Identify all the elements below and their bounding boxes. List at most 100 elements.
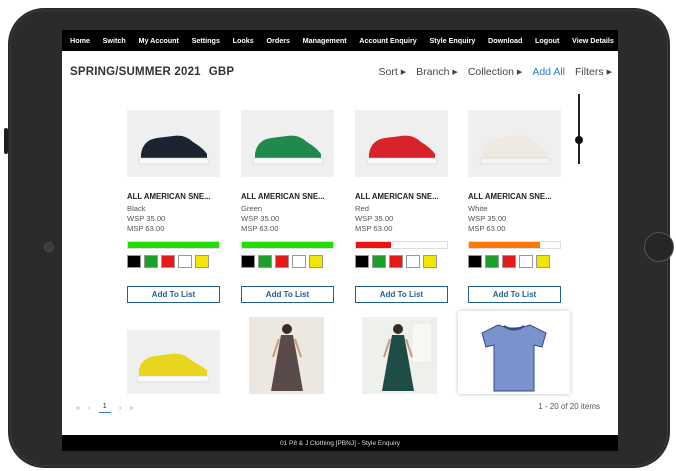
swatch-green[interactable] (258, 255, 272, 268)
sneaker-icon (127, 110, 220, 177)
branch-dropdown[interactable]: Branch ▶ (416, 66, 458, 78)
filters-label: Filters (575, 66, 604, 78)
sort-dropdown[interactable]: Sort ▶ (378, 66, 406, 78)
dress-model-icon (249, 317, 324, 394)
swatch-yellow[interactable] (309, 255, 323, 268)
product-image[interactable] (468, 110, 561, 177)
swatch-green[interactable] (144, 255, 158, 268)
nav-settings[interactable]: Settings (192, 36, 220, 45)
nav-management[interactable]: Management (303, 36, 347, 45)
collection-dropdown[interactable]: Collection ▶ (468, 66, 523, 78)
swatch-black[interactable] (127, 255, 141, 268)
product-wsp: WSP 35.00 (355, 214, 394, 223)
sneaker-icon (241, 110, 334, 177)
caret-right-icon: ▶ (516, 69, 523, 76)
first-page-icon[interactable]: « (76, 403, 80, 412)
swatch-black[interactable] (355, 255, 369, 268)
footer-bar: 01 P8 & J Clothing [PBNJ] - Style Enquir… (62, 435, 618, 451)
swatch-white[interactable] (519, 255, 533, 268)
product-wsp: WSP 35.00 (241, 214, 280, 223)
add-to-list-button[interactable]: Add To List (241, 286, 334, 303)
sort-label: Sort (378, 66, 398, 78)
nav-download[interactable]: Download (488, 36, 522, 45)
collection-label: Collection (467, 66, 514, 78)
swatch-white[interactable] (406, 255, 420, 268)
filters-dropdown[interactable]: Filters ▶ (575, 66, 612, 78)
nav-my-account[interactable]: My Account (138, 36, 178, 45)
sneaker-icon (127, 330, 220, 394)
swatch-yellow[interactable] (195, 255, 209, 268)
dress-model-icon (362, 317, 437, 394)
product-image[interactable] (355, 110, 448, 177)
color-swatches (241, 255, 323, 268)
caret-right-icon: ▶ (452, 69, 458, 76)
home-button[interactable] (644, 232, 674, 262)
swatch-red[interactable] (161, 255, 175, 268)
product-image[interactable] (362, 317, 437, 394)
product-color: Green (241, 204, 263, 213)
swatch-white[interactable] (292, 255, 306, 268)
stock-bar (355, 241, 448, 249)
footer-text: 01 P8 & J Clothing [PBNJ] - Style Enquir… (280, 439, 400, 447)
pagination: « ‹ 1 › » (76, 401, 134, 413)
add-to-list-button[interactable]: Add To List (468, 286, 561, 303)
add-to-list-button[interactable]: Add To List (355, 286, 448, 303)
swatch-red[interactable] (389, 255, 403, 268)
add-all-button[interactable]: Add All (532, 66, 565, 78)
product-color: White (468, 204, 488, 213)
season-title: SPRING/SUMMER 2021 (70, 66, 201, 78)
nav-logout[interactable]: Logout (535, 36, 559, 45)
currency-label: GBP (208, 66, 235, 78)
sneaker-icon (468, 110, 561, 177)
zoom-slider-track (578, 94, 580, 164)
product-image[interactable] (127, 110, 220, 177)
swatch-black[interactable] (468, 255, 482, 268)
nav-view-details[interactable]: View Details (572, 36, 614, 45)
swatch-yellow[interactable] (423, 255, 437, 268)
next-page-icon[interactable]: › (119, 403, 122, 412)
product-wsp: WSP 35.00 (468, 214, 507, 223)
product-image[interactable] (458, 311, 570, 394)
product-color: Red (355, 204, 369, 213)
page-item-count: 1 - 20 of 20 items (538, 402, 600, 411)
stock-bar (468, 241, 561, 249)
nav-looks[interactable]: Looks (233, 36, 254, 45)
swatch-yellow[interactable] (536, 255, 550, 268)
volume-button (4, 128, 8, 154)
color-swatches (355, 255, 437, 268)
swatch-red[interactable] (502, 255, 516, 268)
app-screen: Home Switch My Account Settings Looks Or… (62, 30, 618, 451)
prev-page-icon[interactable]: ‹ (88, 403, 91, 412)
product-name: ALL AMERICAN SNE... (127, 192, 211, 201)
nav-orders[interactable]: Orders (266, 36, 290, 45)
product-msp: MSP 63.00 (355, 224, 393, 233)
product-name: ALL AMERICAN SNE... (355, 192, 439, 201)
product-image[interactable] (241, 110, 334, 177)
toolbar-actions: Sort ▶ Branch ▶ Collection ▶ Add All Filter… (378, 66, 612, 78)
stock-bar (241, 241, 334, 249)
sneaker-icon (355, 110, 448, 177)
nav-account-enquiry[interactable]: Account Enquiry (359, 36, 417, 45)
product-image[interactable] (127, 330, 220, 394)
stock-bar (127, 241, 220, 249)
swatch-green[interactable] (485, 255, 499, 268)
color-swatches (127, 255, 209, 268)
toolbar: SPRING/SUMMER 2021 GBP Sort ▶ Branch ▶ Coll… (62, 51, 618, 81)
stock-fill (469, 242, 540, 248)
nav-switch[interactable]: Switch (103, 36, 126, 45)
add-to-list-button[interactable]: Add To List (127, 286, 220, 303)
page-number-current[interactable]: 1 (98, 401, 111, 413)
zoom-slider-thumb[interactable] (575, 136, 583, 144)
nav-home[interactable]: Home (70, 36, 90, 45)
swatch-black[interactable] (241, 255, 255, 268)
nav-style-enquiry[interactable]: Style Enquiry (429, 36, 475, 45)
stock-fill (242, 242, 333, 248)
swatch-green[interactable] (372, 255, 386, 268)
product-image[interactable] (249, 317, 324, 394)
product-color: Black (127, 204, 146, 213)
last-page-icon[interactable]: » (129, 403, 133, 412)
swatch-red[interactable] (275, 255, 289, 268)
branch-label: Branch (416, 66, 450, 78)
zoom-slider[interactable] (574, 94, 584, 164)
swatch-white[interactable] (178, 255, 192, 268)
